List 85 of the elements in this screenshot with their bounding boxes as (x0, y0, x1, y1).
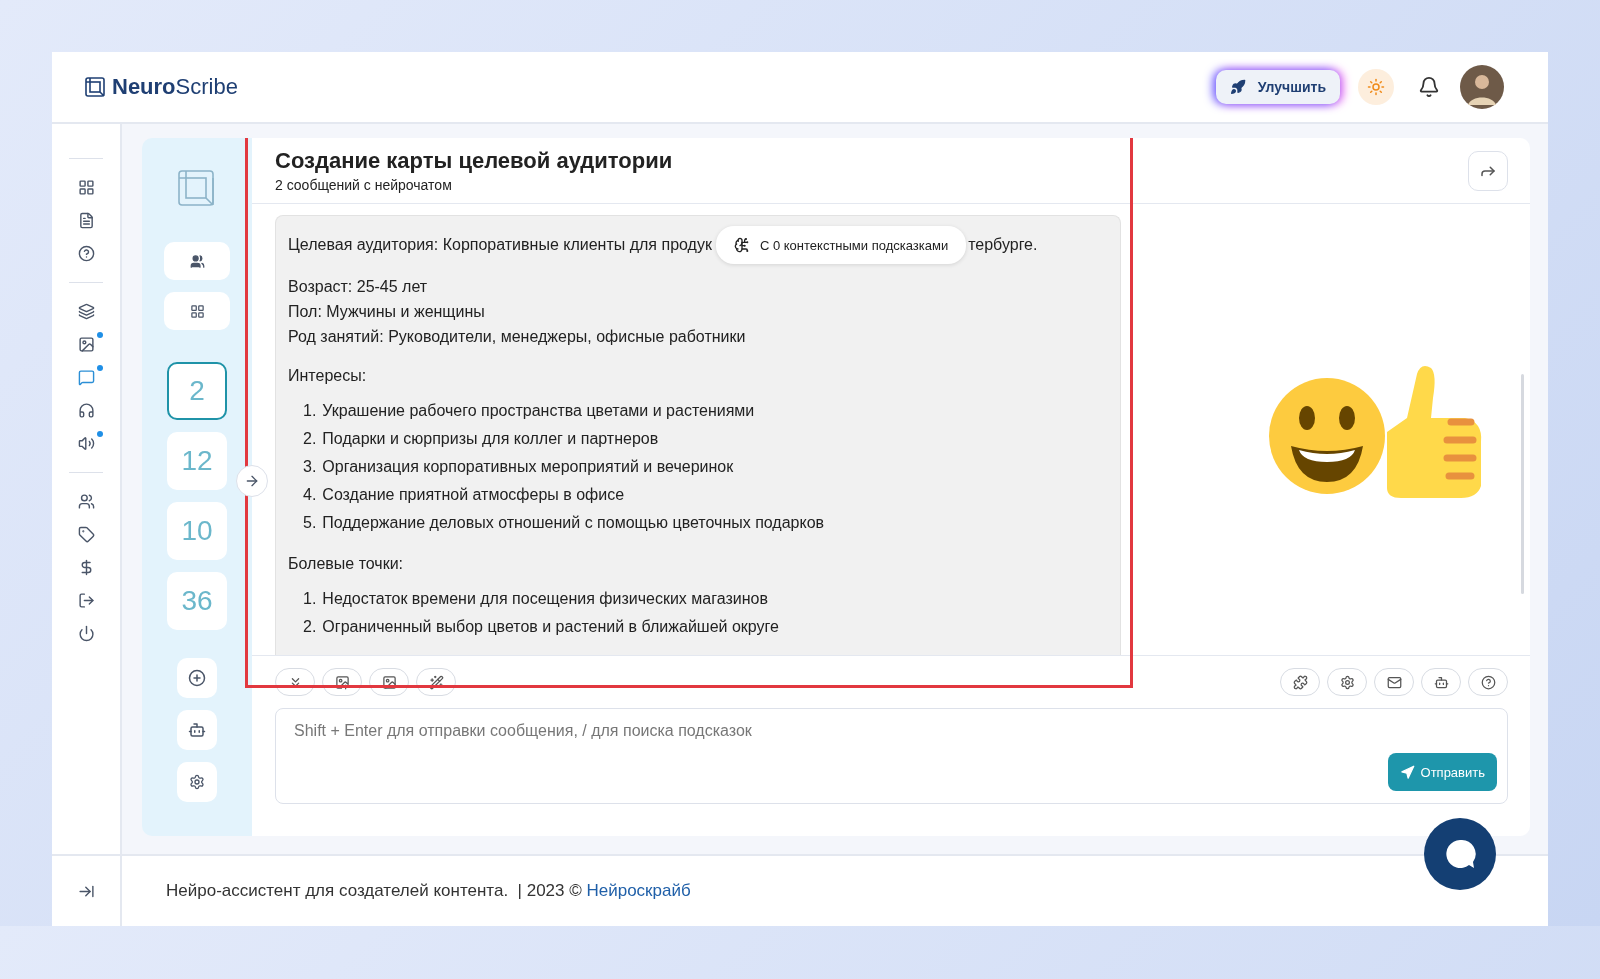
send-button[interactable]: Отправить (1387, 753, 1497, 791)
counter-tab[interactable]: 36 (167, 572, 227, 630)
footer-link[interactable]: Нейроскрайб (586, 881, 691, 900)
message-text: Возраст: 25-45 лет (288, 277, 429, 297)
magic-wand-button[interactable] (416, 668, 456, 696)
brain-icon (733, 237, 750, 253)
robot-button[interactable] (1421, 668, 1461, 696)
robot-icon (188, 721, 206, 739)
footer-text: Нейро-ассистент для создателей контента. | 2023 © Нейроскрайб (166, 881, 691, 901)
list-item: Недостаток времени для посещения физических магазинов (322, 589, 768, 609)
list-item: Подарки и сюрпризы для коллег и партнеров (322, 429, 659, 449)
expand-button[interactable] (236, 465, 268, 497)
message-input[interactable]: Shift + Enter для отправки сообщения, / для поиска подсказок Отправить (275, 708, 1508, 804)
list-number: 1. (303, 589, 317, 609)
users-icon (189, 253, 205, 269)
image-upload-icon (334, 674, 350, 690)
message-text: Пол: Мужчины и женщины (288, 302, 486, 322)
list-number: 2. (303, 429, 317, 449)
message-text: Целевая аудитория: Корпоративные клиенты для продук (288, 236, 712, 254)
share-button[interactable] (1468, 150, 1508, 191)
plus-icon (188, 669, 206, 687)
chat-icon[interactable] (77, 369, 95, 386)
grid-button[interactable] (164, 292, 230, 330)
list-number: 3. (303, 457, 317, 477)
list-number: 1. (303, 401, 317, 421)
add-button[interactable] (177, 658, 217, 698)
scroll-down-button[interactable] (275, 668, 315, 696)
list-number: 4. (303, 485, 317, 505)
help-icon (1480, 674, 1496, 690)
help-icon[interactable] (77, 245, 95, 262)
grid-icon (189, 303, 205, 319)
counter-tab[interactable]: 10 (167, 502, 227, 560)
message-text: Род занятий: Руководители, менеджеры, офисные работники (288, 327, 747, 347)
list-number: 5. (303, 513, 317, 533)
chat-title: Создание карты целевой аудитории (275, 148, 673, 174)
list-item: Организация корпоративных мероприятий и вечеринок (322, 457, 734, 477)
theme-toggle[interactable] (1358, 69, 1394, 105)
list-item: Ограниченный выбор цветов и растений в ближайшей округе (322, 617, 779, 637)
list-number: 2. (303, 617, 317, 637)
magic-wand-icon (428, 674, 444, 690)
mail-icon (1386, 674, 1402, 690)
sun-icon (1367, 78, 1385, 96)
settings-button[interactable] (177, 762, 217, 802)
document-icon[interactable] (77, 212, 95, 229)
settings-icon (1339, 674, 1355, 690)
users-button[interactable] (164, 242, 230, 280)
dashboard-icon[interactable] (77, 179, 95, 196)
brand-name: NeuroScribe (112, 74, 238, 100)
list-item: Создание приятной атмосферы в офисе (322, 485, 625, 505)
robot-button[interactable] (177, 710, 217, 750)
logo-icon (84, 76, 106, 98)
avatar[interactable] (1460, 65, 1504, 109)
plugin-button[interactable] (1280, 668, 1320, 696)
list-item: Украшение рабочего пространства цветами и растениями (322, 401, 755, 421)
image-icon[interactable] (77, 336, 95, 353)
layers-icon[interactable] (77, 303, 95, 320)
counter-tab[interactable]: 12 (167, 432, 227, 490)
chat-subtitle: 2 сообщений с нейрочатом (275, 177, 453, 193)
power-icon[interactable] (77, 625, 95, 642)
hint-badge: С 0 контекстными подсказками (715, 226, 967, 264)
bell-icon[interactable] (1418, 76, 1440, 98)
upgrade-button[interactable]: Улучшить (1215, 70, 1340, 104)
mail-button[interactable] (1374, 668, 1414, 696)
section-heading: Интересы: (288, 366, 368, 386)
tag-icon[interactable] (77, 526, 95, 543)
upload-button[interactable] (322, 668, 362, 696)
rocket-icon (1229, 79, 1246, 95)
logout-icon[interactable] (77, 592, 95, 609)
puzzle-icon (1292, 674, 1308, 690)
settings-icon (189, 774, 205, 790)
list-item: Поддержание деловых отношений с помощью цветочных подарков (322, 513, 825, 533)
scrollbar[interactable] (1521, 374, 1524, 594)
section-heading: Болевые точки: (288, 554, 405, 574)
speaker-icon[interactable] (77, 435, 95, 452)
chat-bubble-icon (1443, 837, 1477, 871)
headphones-icon[interactable] (77, 402, 95, 419)
send-icon (1399, 764, 1415, 780)
image-button[interactable] (369, 668, 409, 696)
settings-button[interactable] (1327, 668, 1367, 696)
help-button[interactable] (1468, 668, 1508, 696)
counter-tab[interactable]: 2 (167, 362, 227, 420)
users-icon[interactable] (77, 493, 95, 510)
image-icon (381, 674, 397, 690)
message-text: тербурге. (968, 236, 1038, 254)
robot-icon (1433, 674, 1449, 690)
